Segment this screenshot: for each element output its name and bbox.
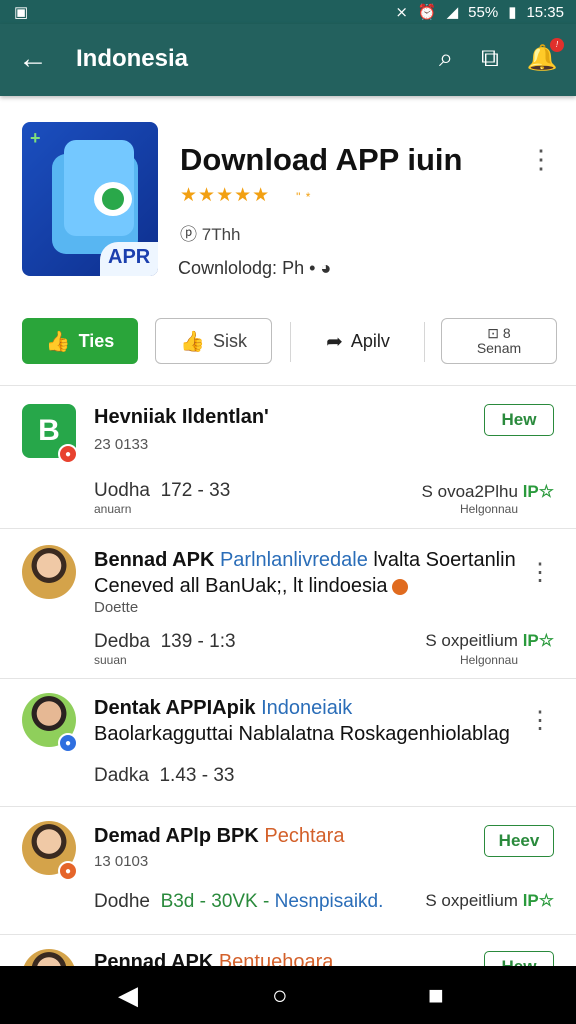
item-line2: Baolarkagguttai Nablalatna Roskagenhiola… [94,723,510,745]
item-right-label: S ovoa2Plhu lP☆ [421,482,554,501]
alarm-icon: ⏰ [417,4,437,21]
notification-badge: ! [550,38,564,52]
divider [290,322,291,362]
battery-level: 55% [468,3,499,21]
item-right-label: S oxpeitlium lP☆ [425,631,554,650]
badge-icon: ● [58,444,78,464]
share-label: Senam [476,340,522,356]
recents-nav-icon[interactable]: ■ [428,980,444,1011]
app-bar: ← Indonesia ⌕ ⧉ 🔔! [0,24,576,96]
divider [424,322,425,362]
item-right-label: S oxpeitlium lP☆ [425,891,554,910]
thumbs-up-outline-icon: 👍 [180,330,205,353]
divider [0,385,576,386]
heart-icon [391,578,408,595]
install-button[interactable]: 👍 Ties [22,318,138,364]
item-title: Dentak APPIApik Indoneiaik [94,697,353,719]
thumbs-up-icon: 👍 [45,330,71,353]
like-button[interactable]: 👍 Sisk [155,318,272,364]
avatar [22,545,76,599]
item-meta: Dodhe B3d - 30VK - Nesnpisaikd. [94,891,384,912]
navigation-bar: ◀ ○ ■ [0,966,576,1024]
back-arrow-icon[interactable]: ← [18,44,48,74]
chat-bubble-icon [94,182,132,216]
globe-icon: ◕ [320,258,332,278]
back-nav-icon[interactable]: ◀ [118,980,138,1011]
app-size-value: 7Thh [201,225,241,244]
mute-icon: ⨯ [395,4,408,21]
home-nav-icon[interactable]: ○ [272,980,288,1011]
share-top-label: ⊡ 8 [487,325,511,341]
stars-tail: " * [296,190,312,204]
item-line2: Ceneved all BanUak;, lt lindoesia [94,575,408,598]
new-button[interactable]: Hew [484,404,554,436]
developer-name: Cownlolodg: Ph • [178,258,316,278]
divider [0,678,576,679]
item-meta-sub: anuarn [94,502,132,516]
badge-icon: ● [58,861,78,881]
plus-badge-icon: + [30,128,41,148]
share-arrow-icon: ➦ [326,330,343,353]
item-meta: Dedba 139 - 1:3 [94,631,236,652]
search-icon[interactable]: ⌕ [439,44,453,72]
apk-label: APR [100,242,158,276]
status-bar: ▣ ⨯ ⏰ ◢ 55% ▮ 15:35 [0,0,576,24]
item-right-sub: Helgonnau [459,502,518,516]
gallery-icon: ▣ [14,4,29,21]
divider [0,528,576,529]
item-subtitle: 23 0133 [94,436,149,453]
item-right-sub: Helgonnau [459,653,518,667]
new-button[interactable]: Heev [484,825,554,857]
item-subtitle: 13 0103 [94,853,149,870]
more-vert-icon[interactable]: ⋮ [528,709,552,733]
item-title: Bennad APK Parlnlanlivredale lvalta Soer… [94,549,516,571]
rating-stars: ★★★★★ " * [180,184,311,207]
clock: 15:35 [526,3,564,21]
apply-button[interactable]: ➦ Apilv [306,318,410,364]
action-row: 👍 Ties 👍 Sisk ➦ Apilv ⊡ 8 Senam [0,318,576,370]
item-meta: Uodha 172 - 33 [94,480,231,501]
developer-row[interactable]: Cownlolodg: Ph • ◕ [178,258,331,279]
stars-glyphs: ★★★★★ [180,185,271,206]
battery-icon: ▮ [508,4,517,21]
app-title: Download APP iuin [180,142,463,177]
item-subtitle: Doette [94,599,139,616]
apply-label: Apilv [350,330,390,351]
item-title: Demad APlp BPK Pechtara [94,825,345,847]
item-meta: Dadka 1.43 - 33 [94,765,235,786]
divider [0,934,576,935]
more-vert-icon[interactable]: ⋮ [528,146,554,172]
install-label: Ties [78,330,115,351]
app-icon[interactable]: + APR [22,122,158,276]
more-vert-icon[interactable]: ⋮ [528,561,552,585]
page-title: Indonesia [76,45,189,72]
item-meta-sub: suuan [94,653,127,667]
divider [0,806,576,807]
badge-icon: ● [58,733,78,753]
like-label: Sisk [212,330,247,351]
app-size: ⓟ 7Thh [180,225,241,244]
open-external-icon[interactable]: ⧉ [481,44,499,72]
notification-icon[interactable]: 🔔! [527,38,564,72]
signal-icon: ◢ [446,4,459,21]
share-button[interactable]: ⊡ 8 Senam [441,318,557,364]
app-header: + APR Download APP iuin ★★★★★ " * ⓟ 7Thh … [0,96,576,306]
item-title: Hevniiak Ildentlan' [94,406,269,428]
